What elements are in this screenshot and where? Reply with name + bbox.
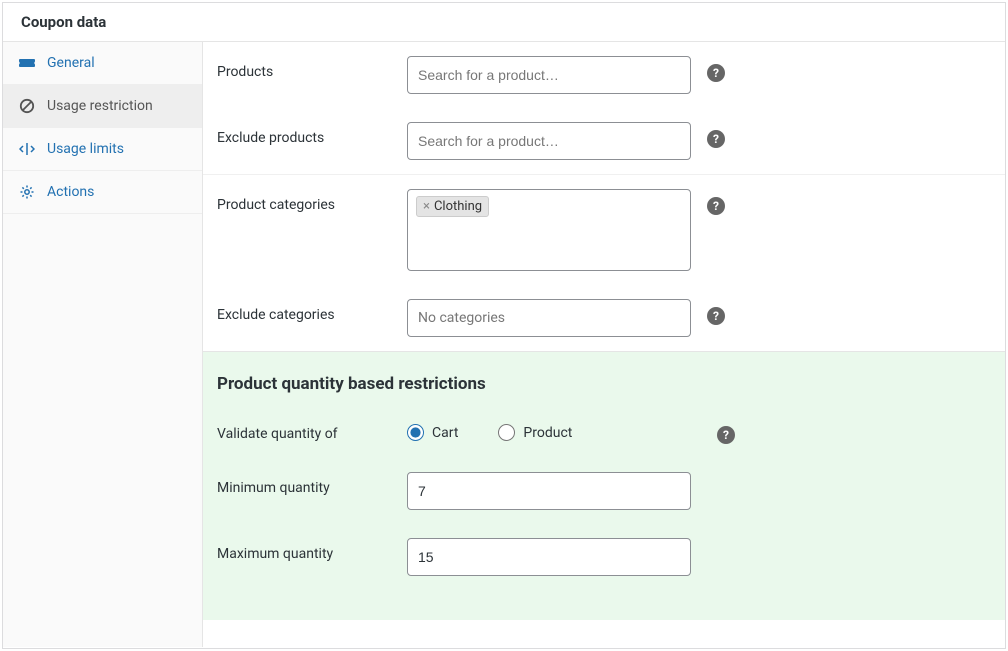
max-quantity-input[interactable]	[407, 538, 691, 576]
row-exclude-products: Exclude products ?	[203, 108, 1005, 174]
tab-usage-restriction[interactable]: Usage restriction	[3, 85, 202, 128]
products-input[interactable]	[407, 56, 691, 94]
gear-icon	[19, 184, 35, 200]
product-categories-select[interactable]: × Clothing	[407, 189, 691, 271]
coupon-data-panel: Coupon data General Usage restriction Us…	[2, 2, 1006, 649]
row-max-quantity: Maximum quantity	[203, 524, 1005, 590]
max-quantity-fieldwrap	[407, 538, 691, 576]
row-min-quantity: Minimum quantity	[203, 458, 1005, 524]
ticket-icon	[19, 55, 35, 71]
chip-label: Clothing	[434, 199, 482, 214]
exclude-products-input[interactable]	[407, 122, 691, 160]
row-validate-quantity: Validate quantity of Cart Product	[203, 404, 1005, 458]
min-quantity-fieldwrap	[407, 472, 691, 510]
radio-product-label: Product	[523, 425, 572, 441]
row-product-categories: Product categories × Clothing ?	[203, 174, 1005, 285]
row-products: Products ?	[203, 42, 1005, 108]
products-fieldwrap: ?	[407, 56, 725, 94]
section-categories: Product categories × Clothing ? Exclude …	[203, 174, 1005, 351]
radio-cart-label: Cart	[432, 425, 458, 441]
limits-icon	[19, 141, 35, 157]
radio-cart-input[interactable]	[407, 424, 424, 441]
products-help-icon[interactable]: ?	[707, 64, 725, 82]
validate-quantity-help-icon[interactable]: ?	[717, 426, 735, 444]
panel-header: Coupon data	[3, 3, 1005, 42]
products-label: Products	[217, 56, 397, 80]
content: Products ? Exclude products ? Produ	[203, 42, 1005, 647]
quantity-section-title: Product quantity based restrictions	[203, 374, 1005, 404]
tab-general-label: General	[47, 55, 95, 71]
exclude-categories-select[interactable]: No categories	[407, 299, 691, 337]
panel-body: General Usage restriction Usage limits A…	[3, 42, 1005, 647]
category-chip: × Clothing	[416, 196, 489, 217]
exclude-categories-help-icon[interactable]: ?	[707, 307, 725, 325]
remove-chip-icon[interactable]: ×	[423, 199, 430, 214]
product-categories-label: Product categories	[217, 189, 397, 213]
exclude-products-help-icon[interactable]: ?	[707, 130, 725, 148]
tab-usage-limits-label: Usage limits	[47, 141, 124, 157]
radio-product-input[interactable]	[498, 424, 515, 441]
tab-usage-limits[interactable]: Usage limits	[3, 128, 202, 171]
section-quantity: Product quantity based restrictions Vali…	[203, 351, 1005, 620]
min-quantity-input[interactable]	[407, 472, 691, 510]
section-products: Products ? Exclude products ?	[203, 42, 1005, 174]
exclude-categories-fieldwrap: No categories ?	[407, 299, 725, 337]
tabs: General Usage restriction Usage limits A…	[3, 42, 203, 647]
radio-product[interactable]: Product	[498, 424, 572, 441]
tab-actions-label: Actions	[47, 184, 94, 200]
max-quantity-label: Maximum quantity	[217, 538, 397, 562]
validate-quantity-fieldwrap: Cart Product	[407, 418, 707, 441]
exclude-categories-placeholder: No categories	[416, 306, 507, 330]
panel-title: Coupon data	[21, 13, 987, 31]
tab-actions[interactable]: Actions	[3, 171, 202, 214]
exclude-products-label: Exclude products	[217, 122, 397, 146]
tab-general[interactable]: General	[3, 42, 202, 85]
radio-cart[interactable]: Cart	[407, 424, 458, 441]
min-quantity-label: Minimum quantity	[217, 472, 397, 496]
product-categories-help-icon[interactable]: ?	[707, 197, 725, 215]
validate-quantity-label: Validate quantity of	[217, 418, 397, 442]
ban-icon	[19, 98, 35, 114]
row-exclude-categories: Exclude categories No categories ?	[203, 285, 1005, 351]
exclude-products-fieldwrap: ?	[407, 122, 725, 160]
product-categories-fieldwrap: × Clothing ?	[407, 189, 725, 271]
validate-quantity-radio-group: Cart Product	[407, 418, 572, 441]
exclude-categories-label: Exclude categories	[217, 299, 397, 323]
tab-usage-restriction-label: Usage restriction	[47, 98, 153, 114]
